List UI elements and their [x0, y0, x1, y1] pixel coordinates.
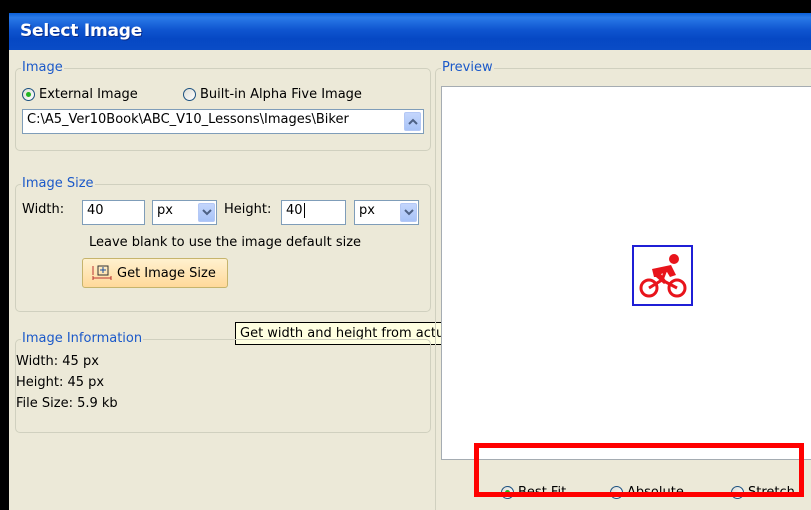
- image-group: Image External Image Built-in Alpha Five…: [15, 60, 431, 151]
- fit-options-highlight: [474, 443, 804, 497]
- preview-group-label: Preview: [441, 60, 494, 75]
- select-image-dialog: Select Image Image External Image Built-…: [9, 13, 811, 510]
- image-path-value: C:\A5_Ver10Book\ABC_V10_Lessons\Images\B…: [27, 112, 349, 127]
- blank-size-hint: Leave blank to use the image default siz…: [89, 235, 362, 250]
- measure-size-icon: [92, 265, 112, 280]
- image-path-input[interactable]: C:\A5_Ver10Book\ABC_V10_Lessons\Images\B…: [22, 109, 424, 134]
- get-image-size-label: Get Image Size: [117, 265, 216, 281]
- height-input[interactable]: 40: [281, 200, 346, 225]
- info-height: Height: 45 px: [16, 375, 105, 390]
- bicycle-rider-icon: [639, 254, 687, 298]
- builtin-image-label: Built-in Alpha Five Image: [200, 87, 362, 102]
- width-unit-dropdown-button[interactable]: [198, 203, 215, 222]
- dialog-title: Select Image: [20, 21, 143, 41]
- radio-selected-icon: [22, 88, 35, 101]
- image-size-group-label: Image Size: [21, 176, 95, 191]
- title-bar[interactable]: Select Image: [9, 13, 811, 50]
- image-info-group: Image Information Width: 45 px Height: 4…: [15, 331, 431, 433]
- biker-image: [632, 245, 693, 306]
- get-image-size-button[interactable]: Get Image Size: [82, 258, 228, 288]
- external-image-label: External Image: [39, 87, 138, 102]
- builtin-image-radio[interactable]: Built-in Alpha Five Image: [183, 87, 362, 102]
- chevron-up-icon: [407, 118, 418, 125]
- preview-area: [441, 86, 811, 460]
- chevron-down-icon: [201, 209, 212, 216]
- info-file-size: File Size: 5.9 kb: [16, 396, 118, 411]
- height-unit-dropdown-button[interactable]: [400, 203, 417, 222]
- image-size-group: Image Size Width: 40 px Height: 40 px Le…: [15, 176, 431, 312]
- height-label: Height:: [224, 202, 272, 217]
- text-cursor: [303, 203, 305, 218]
- width-unit-value: px: [157, 203, 173, 218]
- width-value: 40: [87, 203, 104, 218]
- height-value: 40: [286, 203, 303, 218]
- image-group-label: Image: [21, 60, 64, 75]
- external-image-radio[interactable]: External Image: [22, 87, 138, 102]
- radio-unselected-icon: [183, 88, 196, 101]
- height-unit-value: px: [359, 203, 375, 218]
- width-label: Width:: [22, 202, 65, 217]
- info-width: Width: 45 px: [16, 354, 99, 369]
- image-info-group-label: Image Information: [21, 331, 144, 346]
- width-input[interactable]: 40: [82, 200, 145, 225]
- image-path-dropdown-button[interactable]: [404, 112, 421, 131]
- chevron-down-icon: [403, 209, 414, 216]
